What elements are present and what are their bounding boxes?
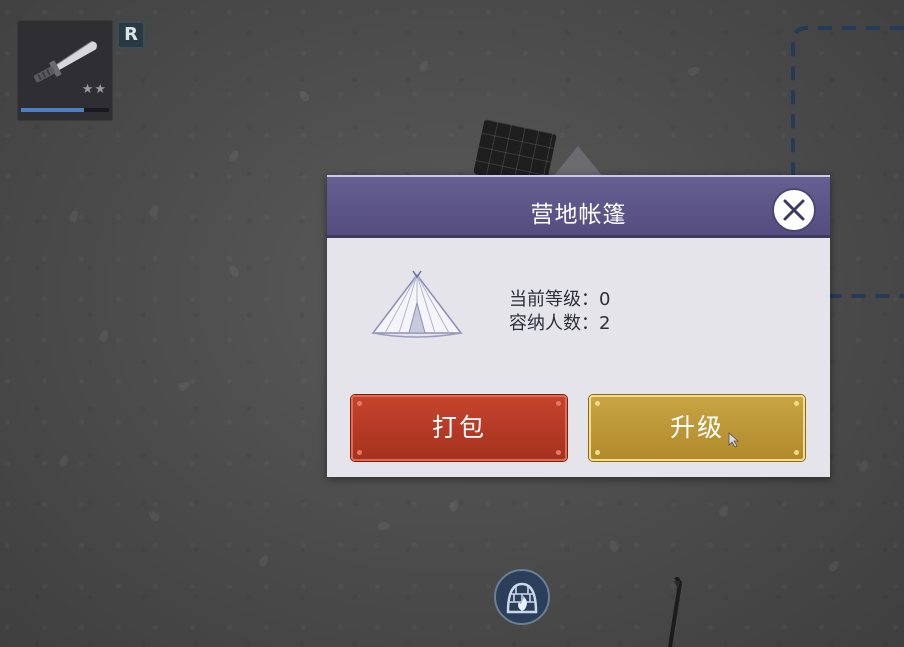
ground-leaf: [146, 509, 162, 523]
upgrade-button[interactable]: 升级: [589, 395, 805, 461]
tent-icon: [371, 270, 463, 338]
upgrade-button-label: 升级: [669, 413, 724, 442]
button-stud: [595, 401, 600, 406]
close-button[interactable]: [772, 188, 816, 232]
pack-button-label: 打包: [431, 413, 486, 442]
ground-leaf: [147, 203, 161, 219]
ground-leaf: [227, 148, 241, 164]
dialog-header: 营地帐篷: [327, 175, 830, 238]
building-stats: 当前等级：0 容纳人数：2: [509, 288, 610, 336]
spear-sprite: [668, 577, 683, 647]
ground-leaf: [57, 453, 71, 469]
close-icon: [783, 199, 805, 221]
button-stud: [794, 450, 799, 455]
button-stud: [556, 401, 561, 406]
stat-level-label: 当前等级：: [509, 289, 599, 310]
ground-leaf: [857, 458, 871, 474]
campfire-button[interactable]: [494, 569, 550, 625]
ground-leaf: [97, 328, 111, 344]
tent-sprite: [552, 146, 604, 178]
ground-leaf: [417, 58, 431, 74]
stat-capacity-value: 2: [599, 313, 611, 334]
button-stud: [357, 401, 362, 406]
game-world: ★★ R 营地帐篷 当前等级：0 容纳人数：2 打包 升级: [0, 0, 904, 647]
ground-leaf: [717, 503, 731, 519]
stat-capacity: 容纳人数：2: [509, 312, 610, 336]
ground-leaf: [67, 208, 81, 224]
ground-leaf: [377, 521, 391, 531]
ground-leaf: [257, 553, 271, 569]
durability-bar: [21, 108, 109, 112]
campfire-icon: [506, 582, 538, 614]
durability-fill: [21, 108, 85, 112]
ground-leaf: [826, 558, 842, 574]
weapon-star-rating: ★★: [81, 82, 107, 97]
combat-knife-icon: [33, 40, 97, 83]
button-stud: [595, 450, 600, 455]
dialog-title: 营地帐篷: [530, 202, 627, 228]
ground-leaf: [686, 65, 702, 77]
pack-button[interactable]: 打包: [351, 395, 567, 461]
stat-level-value: 0: [599, 289, 611, 310]
rarity-badge: R: [117, 21, 145, 49]
button-stud: [556, 450, 561, 455]
ground-leaf: [447, 498, 461, 514]
ground-leaf: [297, 88, 311, 104]
building-dialog: 营地帐篷 当前等级：0 容纳人数：2 打包 升级: [327, 175, 830, 477]
ground-leaf: [227, 263, 241, 279]
stat-capacity-label: 容纳人数：: [509, 313, 599, 334]
button-stud: [357, 450, 362, 455]
stat-level: 当前等级：0: [509, 288, 610, 312]
ground-leaf: [176, 379, 192, 393]
mouse-cursor-icon: [728, 432, 740, 448]
ground-leaf: [608, 538, 620, 554]
weapon-slot[interactable]: ★★: [17, 20, 113, 121]
button-stud: [794, 401, 799, 406]
